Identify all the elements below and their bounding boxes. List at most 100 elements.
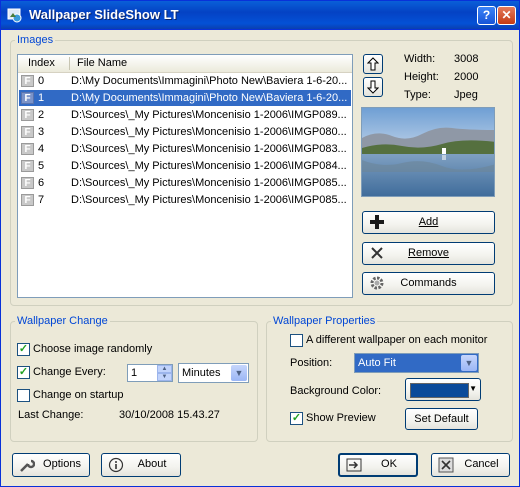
ok-button[interactable]: OK (338, 453, 418, 477)
choose-randomly-label[interactable]: Choose image randomly (33, 343, 152, 355)
image-list[interactable]: Index File Name F 0 D:\My Documents\Immagi… (17, 54, 353, 298)
commands-label: Commands (400, 277, 457, 289)
commands-button[interactable]: Commands (362, 272, 495, 295)
app-icon (7, 8, 22, 23)
change-every-label[interactable]: Change Every: (33, 366, 106, 378)
last-change-label: Last Change: (18, 409, 84, 421)
file-icon: F (21, 92, 34, 104)
list-item[interactable]: F 0 D:\My Documents\Immagini\Photo New\Bav… (19, 73, 351, 89)
add-label: Add (418, 216, 439, 228)
row-index: 4 (38, 143, 45, 155)
position-select[interactable]: Auto Fit ▼ (354, 353, 479, 373)
landscape-preview-image (362, 108, 494, 196)
wallpaper-properties-legend: Wallpaper Properties (273, 315, 376, 327)
arrow-up-icon (366, 57, 380, 71)
list-item[interactable]: F 4 D:\Sources\_My Pictures\Moncenisio 1-2… (19, 141, 351, 157)
close-button[interactable]: ✕ (497, 6, 516, 25)
chevron-down-icon[interactable]: ▼ (231, 365, 247, 381)
title-bar[interactable]: Wallpaper SlideShow LT ? ✕ (1, 1, 519, 30)
chevron-down-icon[interactable]: ▼ (461, 355, 477, 371)
column-header-index[interactable]: Index (28, 57, 55, 69)
last-change-value: 30/10/2008 15.43.27 (119, 409, 220, 421)
ok-label: OK (381, 458, 397, 470)
row-index: 7 (38, 194, 45, 206)
list-item[interactable]: F 2 D:\Sources\_My Pictures\Moncenisio 1-2… (19, 107, 351, 123)
row-filename: D:\Sources\_My Pictures\Moncenisio 1-200… (71, 194, 347, 206)
different-each-monitor-label[interactable]: A different wallpaper on each monitor (306, 334, 487, 346)
file-icon: F (21, 126, 34, 138)
options-label: Options (43, 458, 81, 470)
remove-label: Remove (408, 247, 449, 259)
move-up-button[interactable] (363, 54, 383, 74)
background-color-label: Background Color: (290, 385, 382, 397)
file-icon: F (21, 194, 34, 206)
about-button[interactable]: About (101, 453, 181, 477)
help-button[interactable]: ? (477, 6, 496, 25)
list-item[interactable]: F 5 D:\Sources\_My Pictures\Moncenisio 1-2… (19, 158, 351, 174)
set-default-button[interactable]: Set Default (405, 408, 478, 430)
row-index: 3 (38, 126, 45, 138)
ok-arrow-icon (346, 458, 362, 472)
choose-randomly-checkbox[interactable]: ✓ (17, 343, 30, 356)
row-filename: D:\Sources\_My Pictures\Moncenisio 1-200… (71, 160, 347, 172)
about-label: About (137, 458, 167, 470)
color-swatch (410, 383, 469, 398)
interval-stepper[interactable]: 1 ▲ ▼ (127, 364, 173, 382)
change-every-checkbox[interactable]: ✓ (17, 366, 30, 379)
list-item[interactable]: F 1 D:\My Documents\Immagini\Photo New\Bav… (19, 90, 351, 106)
change-on-startup-checkbox[interactable] (17, 389, 30, 402)
wallpaper-change-legend: Wallpaper Change (17, 315, 108, 327)
row-filename: D:\Sources\_My Pictures\Moncenisio 1-200… (71, 126, 347, 138)
file-icon: F (21, 143, 34, 155)
position-label: Position: (290, 357, 333, 369)
add-button[interactable]: Add (362, 211, 495, 234)
row-filename: D:\Sources\_My Pictures\Moncenisio 1-200… (71, 109, 347, 121)
set-default-label: Set Default (414, 413, 469, 425)
width-value: 3008 (454, 53, 479, 65)
file-icon: F (21, 177, 34, 189)
row-filename: D:\Sources\_My Pictures\Moncenisio 1-200… (71, 177, 347, 189)
show-preview-label[interactable]: Show Preview (306, 412, 376, 424)
window-title: Wallpaper SlideShow LT (29, 7, 179, 22)
row-index: 5 (38, 160, 45, 172)
height-value: 2000 (454, 71, 479, 83)
row-index: 0 (38, 75, 45, 87)
height-label: Height: (404, 71, 439, 83)
list-item[interactable]: F 3 D:\Sources\_My Pictures\Moncenisio 1-2… (19, 124, 351, 140)
type-label: Type: (404, 89, 431, 101)
column-header-filename[interactable]: File Name (77, 57, 127, 69)
show-preview-checkbox[interactable]: ✓ (290, 412, 303, 425)
cancel-button[interactable]: Cancel (431, 453, 510, 477)
images-legend: Images (17, 34, 54, 46)
row-index: 1 (38, 92, 45, 104)
row-index: 6 (38, 177, 45, 189)
background-color-picker[interactable]: ▼ (405, 378, 481, 401)
row-index: 2 (38, 109, 45, 121)
change-on-startup-label[interactable]: Change on startup (33, 389, 124, 401)
list-item[interactable]: F 7 D:\Sources\_My Pictures\Moncenisio 1-2… (19, 192, 351, 208)
info-icon (108, 457, 124, 473)
image-preview (361, 107, 495, 197)
different-each-monitor-checkbox[interactable] (290, 334, 303, 347)
type-value: Jpeg (454, 89, 478, 101)
interval-value: 1 (131, 367, 138, 379)
row-filename: D:\Sources\_My Pictures\Moncenisio 1-200… (71, 143, 347, 155)
cancel-x-icon (438, 457, 454, 473)
list-item[interactable]: F 6 D:\Sources\_My Pictures\Moncenisio 1-2… (19, 175, 351, 191)
arrow-down-icon (366, 80, 380, 94)
row-filename: D:\My Documents\Immagini\Photo New\Bavie… (71, 75, 348, 87)
row-filename: D:\My Documents\Immagini\Photo New\Bavie… (71, 92, 348, 104)
move-down-button[interactable] (363, 77, 383, 97)
app-window: Wallpaper SlideShow LT ? ✕ Images Index … (0, 0, 520, 487)
remove-button[interactable]: Remove (362, 242, 495, 265)
wrench-icon (20, 459, 35, 472)
list-header: Index File Name (18, 55, 352, 73)
stepper-up-icon[interactable]: ▲ (157, 365, 172, 373)
interval-unit-value: Minutes (182, 367, 221, 379)
stepper-down-icon[interactable]: ▼ (157, 373, 172, 381)
chevron-down-icon: ▼ (469, 384, 477, 393)
interval-unit-select[interactable]: Minutes ▼ (178, 363, 249, 383)
width-label: Width: (404, 53, 436, 65)
cancel-label: Cancel (464, 458, 499, 470)
options-button[interactable]: Options (12, 453, 90, 477)
